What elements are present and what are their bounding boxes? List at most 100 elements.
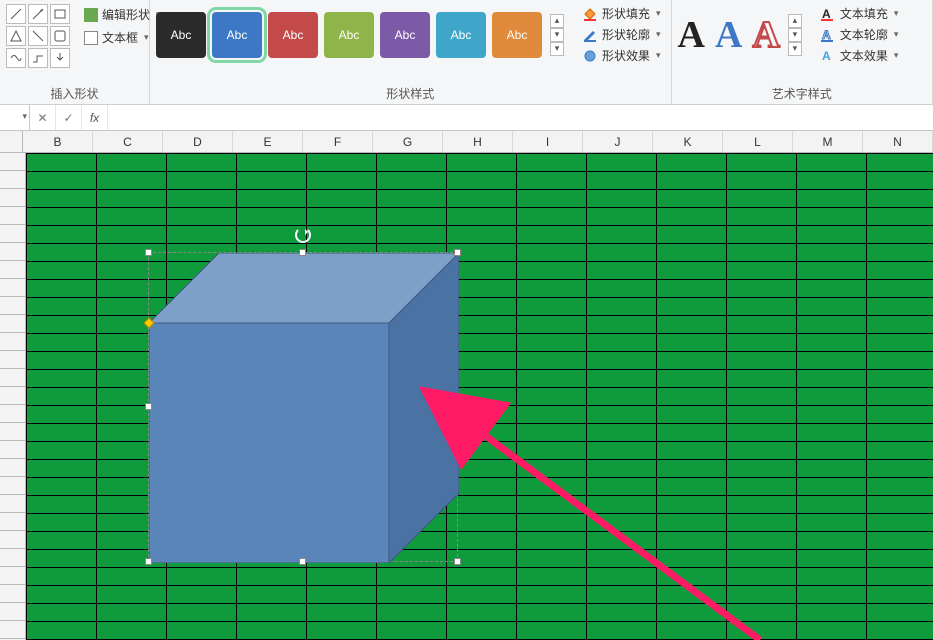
selected-shape-cube[interactable] bbox=[148, 252, 458, 562]
column-header[interactable]: B bbox=[23, 131, 93, 152]
row-header[interactable] bbox=[0, 477, 26, 495]
row-header[interactable] bbox=[0, 351, 26, 369]
gallery-down-icon[interactable]: ▾ bbox=[550, 28, 564, 42]
resize-handle[interactable] bbox=[145, 249, 152, 256]
gallery-nav[interactable]: ▴ ▾ ▾ bbox=[550, 14, 564, 56]
resize-handle[interactable] bbox=[145, 403, 152, 410]
row-header[interactable] bbox=[0, 549, 26, 567]
row-header[interactable] bbox=[0, 243, 26, 261]
row-header[interactable] bbox=[0, 423, 26, 441]
wordart-sample[interactable]: A bbox=[715, 13, 742, 57]
row-header[interactable] bbox=[0, 225, 26, 243]
shape-gallery[interactable] bbox=[6, 4, 70, 68]
resize-handle[interactable] bbox=[299, 249, 306, 256]
shape-outline-button[interactable]: 形状轮廓 ▾ bbox=[578, 25, 665, 44]
row-header[interactable] bbox=[0, 603, 26, 621]
style-swatch[interactable]: Abc bbox=[268, 12, 318, 58]
style-swatch[interactable]: Abc bbox=[324, 12, 374, 58]
wordart-gallery-nav[interactable]: ▴ ▾ ▾ bbox=[788, 14, 802, 56]
shape-style-gallery[interactable]: AbcAbcAbcAbcAbcAbcAbc bbox=[156, 12, 542, 58]
chevron-down-icon: ▾ bbox=[894, 50, 899, 61]
row-header[interactable] bbox=[0, 387, 26, 405]
resize-handle[interactable] bbox=[145, 558, 152, 565]
column-header[interactable]: C bbox=[93, 131, 163, 152]
shape-fill-button[interactable]: 形状填充 ▾ bbox=[578, 4, 665, 23]
row-header[interactable] bbox=[0, 405, 26, 423]
gallery-up-icon[interactable]: ▴ bbox=[788, 14, 802, 28]
text-outline-icon: A bbox=[820, 27, 836, 43]
name-box[interactable]: ▾ bbox=[0, 105, 30, 130]
column-header[interactable]: L bbox=[723, 131, 793, 152]
cancel-button[interactable]: ✕ bbox=[30, 105, 56, 130]
column-header[interactable]: N bbox=[863, 131, 933, 152]
row-header[interactable] bbox=[0, 261, 26, 279]
style-swatch[interactable]: Abc bbox=[492, 12, 542, 58]
row-header[interactable] bbox=[0, 585, 26, 603]
column-header[interactable]: I bbox=[513, 131, 583, 152]
row-header[interactable] bbox=[0, 207, 26, 225]
row-header[interactable] bbox=[0, 171, 26, 189]
select-all-corner[interactable] bbox=[0, 131, 23, 152]
resize-handle[interactable] bbox=[454, 558, 461, 565]
row-header[interactable] bbox=[0, 495, 26, 513]
pen-icon bbox=[582, 27, 598, 43]
svg-text:A: A bbox=[822, 49, 831, 63]
fx-button[interactable]: fx bbox=[82, 105, 108, 130]
gallery-up-icon[interactable]: ▴ bbox=[550, 14, 564, 28]
ribbon: 编辑形状 ▾ 文本框 ▾ 插入形状 AbcAbcAbcAbcAbcAbcAbc … bbox=[0, 0, 933, 105]
enter-button[interactable]: ✓ bbox=[56, 105, 82, 130]
wordart-sample[interactable]: A bbox=[752, 13, 779, 57]
column-header[interactable]: G bbox=[373, 131, 443, 152]
style-swatch[interactable]: Abc bbox=[436, 12, 486, 58]
text-fill-label: 文本填充 bbox=[840, 5, 888, 22]
spreadsheet-grid[interactable] bbox=[0, 153, 933, 640]
row-header[interactable] bbox=[0, 189, 26, 207]
row-header[interactable] bbox=[0, 459, 26, 477]
shape-effects-button[interactable]: 形状效果 ▾ bbox=[578, 46, 665, 65]
row-header[interactable] bbox=[0, 315, 26, 333]
row-header[interactable] bbox=[0, 333, 26, 351]
wordart-sample[interactable]: A bbox=[678, 13, 705, 57]
chevron-down-icon: ▾ bbox=[656, 50, 661, 61]
cube-shape[interactable] bbox=[149, 253, 459, 563]
shape-fill-label: 形状填充 bbox=[602, 5, 650, 22]
svg-text:A: A bbox=[822, 7, 831, 21]
column-header[interactable]: H bbox=[443, 131, 513, 152]
group-wordart-styles: AAA ▴ ▾ ▾ A 文本填充 ▾ A 文本轮廓 ▾ A bbox=[672, 0, 933, 104]
row-header[interactable] bbox=[0, 279, 26, 297]
gallery-down-icon[interactable]: ▾ bbox=[788, 28, 802, 42]
resize-handle[interactable] bbox=[454, 249, 461, 256]
column-header[interactable]: K bbox=[653, 131, 723, 152]
gallery-more-icon[interactable]: ▾ bbox=[788, 42, 802, 56]
text-outline-button[interactable]: A 文本轮廓 ▾ bbox=[816, 25, 903, 44]
row-header[interactable] bbox=[0, 513, 26, 531]
row-header[interactable] bbox=[0, 297, 26, 315]
row-header[interactable] bbox=[0, 441, 26, 459]
column-header[interactable]: D bbox=[163, 131, 233, 152]
resize-handle[interactable] bbox=[454, 403, 461, 410]
row-header[interactable] bbox=[0, 153, 26, 171]
column-header[interactable]: M bbox=[793, 131, 863, 152]
style-swatch[interactable]: Abc bbox=[156, 12, 206, 58]
row-header[interactable] bbox=[0, 369, 26, 387]
column-header[interactable]: F bbox=[303, 131, 373, 152]
row-header[interactable] bbox=[0, 531, 26, 549]
text-effects-label: 文本效果 bbox=[840, 47, 888, 64]
row-header[interactable] bbox=[0, 567, 26, 585]
group-shape-styles: AbcAbcAbcAbcAbcAbcAbc ▴ ▾ ▾ 形状填充 ▾ 形状轮廓 … bbox=[150, 0, 672, 104]
resize-handle[interactable] bbox=[299, 558, 306, 565]
gallery-more-icon[interactable]: ▾ bbox=[550, 42, 564, 56]
group-label-insert-shapes: 插入形状 bbox=[6, 83, 143, 102]
text-fill-button[interactable]: A 文本填充 ▾ bbox=[816, 4, 903, 23]
text-outline-label: 文本轮廓 bbox=[840, 26, 888, 43]
column-header[interactable]: E bbox=[233, 131, 303, 152]
formula-input[interactable] bbox=[108, 105, 933, 130]
text-effects-button[interactable]: A 文本效果 ▾ bbox=[816, 46, 903, 65]
style-swatch[interactable]: Abc bbox=[380, 12, 430, 58]
row-header[interactable] bbox=[0, 621, 26, 639]
style-swatch[interactable]: Abc bbox=[212, 12, 262, 58]
chevron-down-icon: ▾ bbox=[894, 29, 899, 40]
column-header[interactable]: J bbox=[583, 131, 653, 152]
rotation-handle[interactable] bbox=[295, 227, 311, 243]
wordart-gallery[interactable]: AAA bbox=[678, 13, 780, 57]
